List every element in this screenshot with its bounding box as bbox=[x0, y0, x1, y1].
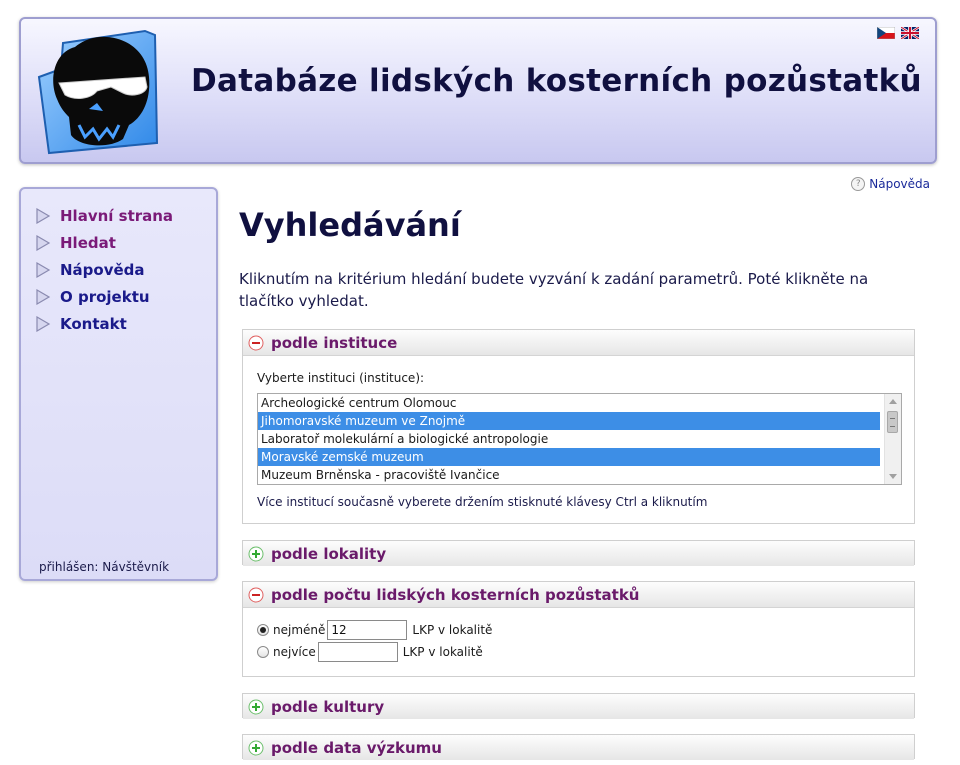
page-title: Vyhledávání bbox=[239, 206, 461, 244]
institution-option-selected[interactable]: Jihomoravské muzeum ve Znojmě bbox=[258, 412, 880, 430]
language-switcher bbox=[877, 27, 919, 39]
sidebar: Hlavní strana Hledat Nápověda O projektu… bbox=[19, 187, 218, 581]
sidebar-item-label: Hlavní strana bbox=[60, 206, 174, 225]
scroll-down-arrow-icon[interactable] bbox=[889, 474, 897, 479]
sidebar-item-contact[interactable]: Kontakt bbox=[35, 310, 216, 337]
sidebar-item-label: Hledat bbox=[60, 233, 116, 252]
scroll-up-arrow-icon[interactable] bbox=[889, 399, 897, 404]
panel-title: podle data výzkumu bbox=[271, 738, 442, 757]
triangle-right-icon bbox=[36, 207, 51, 224]
triangle-right-icon bbox=[36, 261, 51, 278]
scrollbar-thumb[interactable] bbox=[887, 411, 898, 433]
panel-culture: podle kultury bbox=[242, 693, 915, 719]
count-min-input[interactable] bbox=[327, 620, 408, 640]
count-min-row: nejméně LKP v lokalitě bbox=[257, 620, 492, 640]
triangle-right-icon bbox=[36, 315, 51, 332]
panel-research-date: podle data výzkumu bbox=[242, 734, 915, 760]
expand-plus-icon bbox=[248, 699, 264, 714]
expand-plus-icon bbox=[248, 740, 264, 755]
panel-count: podle počtu lidských kosterních pozůstat… bbox=[242, 581, 915, 677]
institution-option[interactable]: Archeologické centrum Olomouc bbox=[258, 394, 880, 412]
institution-option[interactable]: Laboratoř molekulární a biologické antro… bbox=[258, 430, 880, 448]
help-link-label: Nápověda bbox=[869, 177, 930, 191]
expand-plus-icon bbox=[248, 546, 264, 561]
count-min-label: nejméně bbox=[273, 623, 326, 637]
radio-max[interactable] bbox=[257, 646, 269, 658]
listbox-scrollbar[interactable] bbox=[884, 394, 901, 484]
radio-min[interactable] bbox=[257, 624, 269, 636]
site-header: Databáze lidských kosterních pozůstatků bbox=[19, 17, 937, 164]
institution-hint: Více institucí současně vyberete držením… bbox=[257, 495, 708, 509]
skull-with-sunglasses-logo[interactable] bbox=[33, 25, 163, 160]
panel-culture-header[interactable]: podle kultury bbox=[243, 694, 914, 719]
intro-text: Kliknutím na kritérium hledání budete vy… bbox=[239, 270, 869, 310]
count-max-label: nejvíce bbox=[273, 645, 316, 659]
institution-option-selected[interactable]: Moravské zemské muzeum bbox=[258, 448, 880, 466]
help-link[interactable]: ? Nápověda bbox=[851, 177, 930, 191]
panel-title: podle instituce bbox=[271, 333, 398, 352]
panel-research-date-header[interactable]: podle data výzkumu bbox=[243, 735, 914, 760]
site-title: Databáze lidských kosterních pozůstatků bbox=[191, 63, 922, 99]
panel-title: podle kultury bbox=[271, 697, 385, 716]
panel-institution-header[interactable]: podle instituce bbox=[243, 330, 914, 356]
sidebar-item-label: Kontakt bbox=[60, 314, 127, 333]
collapse-minus-icon bbox=[248, 587, 264, 602]
sidebar-item-label: Nápověda bbox=[60, 260, 145, 279]
panel-locality-header[interactable]: podle lokality bbox=[243, 541, 914, 566]
panel-title: podle lokality bbox=[271, 544, 387, 563]
count-max-row: nejvíce LKP v lokalitě bbox=[257, 642, 483, 662]
login-status: přihlášen: Návštěvník bbox=[39, 560, 170, 574]
uk-flag-icon[interactable] bbox=[901, 27, 919, 39]
collapse-minus-icon bbox=[248, 335, 264, 350]
sidebar-item-about[interactable]: O projektu bbox=[35, 283, 216, 310]
triangle-right-icon bbox=[36, 288, 51, 305]
panel-title: podle počtu lidských kosterních pozůstat… bbox=[271, 585, 640, 604]
help-question-icon: ? bbox=[851, 177, 866, 191]
institution-select-label: Vyberte instituci (instituce): bbox=[257, 371, 425, 385]
count-max-input[interactable] bbox=[317, 642, 398, 662]
sidebar-item-help[interactable]: Nápověda bbox=[35, 256, 216, 283]
count-min-suffix: LKP v lokalitě bbox=[412, 623, 493, 637]
institution-multiselect[interactable]: Archeologické centrum Olomouc Jihomoravs… bbox=[257, 393, 902, 485]
triangle-right-icon bbox=[36, 234, 51, 251]
institution-option[interactable]: Muzeum Brněnska - pracoviště Ivančice bbox=[258, 466, 880, 484]
panel-count-header[interactable]: podle počtu lidských kosterních pozůstat… bbox=[243, 582, 914, 608]
count-max-suffix: LKP v lokalitě bbox=[402, 645, 483, 659]
sidebar-item-search[interactable]: Hledat bbox=[35, 229, 216, 256]
sidebar-nav: Hlavní strana Hledat Nápověda O projektu… bbox=[21, 189, 216, 337]
panel-locality: podle lokality bbox=[242, 540, 915, 566]
panel-institution: podle instituce Vyberte instituci (insti… bbox=[242, 329, 915, 524]
czech-flag-icon[interactable] bbox=[877, 27, 895, 39]
sidebar-item-home[interactable]: Hlavní strana bbox=[35, 202, 216, 229]
sidebar-item-label: O projektu bbox=[60, 287, 150, 306]
